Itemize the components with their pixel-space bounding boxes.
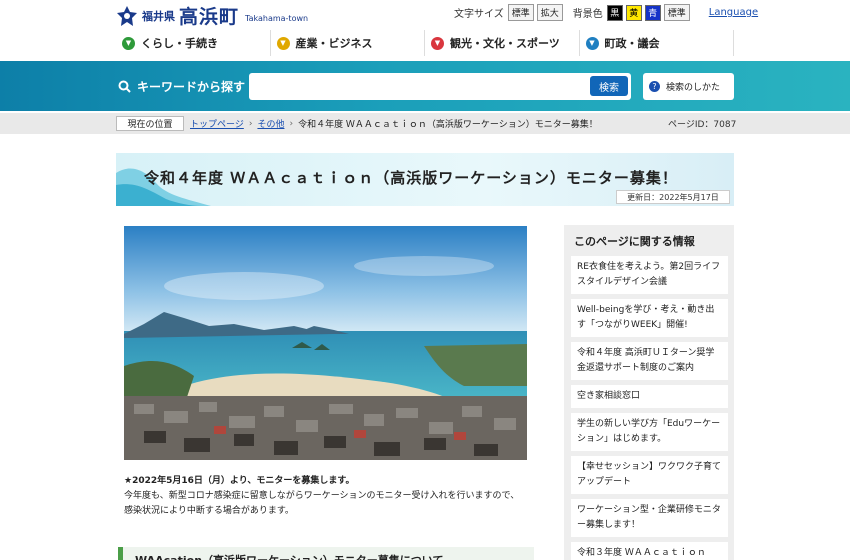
search-input[interactable] (249, 73, 631, 100)
breadcrumb-separator-icon: › (289, 118, 294, 129)
question-icon: ? (649, 81, 660, 92)
gnav-label: 産業・ビジネス (295, 37, 373, 50)
sidebar-item[interactable]: 学生の新しい学び方「Eduワーケーション」はじめます。 (571, 413, 728, 451)
bg-black-button[interactable]: 黒 (606, 4, 623, 21)
breadcrumb-current-label: 現在の位置 (116, 116, 184, 131)
font-large-button[interactable]: 拡大 (536, 4, 563, 21)
sidebar-item[interactable]: 令和４年度 高浜町ＵＩターン奨学金返還サポート制度のご案内 (571, 342, 728, 380)
search-help-label: 検索のしかた (666, 83, 721, 93)
section-heading: WAAcation（高浜版ワーケーション）モニター募集について (118, 547, 534, 560)
breadcrumb-top-link[interactable]: トップページ (190, 117, 244, 130)
hero-photo (124, 226, 527, 460)
search-band: キーワードから探す 検索 ? 検索のしかた (0, 61, 850, 111)
gnav-item-business[interactable]: ▼ 産業・ビジネス (271, 30, 425, 56)
logo-prefecture: 福井県 (142, 9, 175, 23)
bg-yellow-button[interactable]: 黄 (625, 4, 642, 21)
page-id: ページID：7087 (668, 120, 737, 130)
gnav-item-life[interactable]: ▼ くらし・手続き (116, 30, 271, 56)
global-nav: ▼ くらし・手続き ▼ 産業・ビジネス ▼ 観光・文化・スポーツ ▼ 町政・議会 (116, 30, 734, 56)
breadcrumb-list: トップページ › その他 › 令和４年度 ＷＡＡｃａｔｉｏｎ（高浜版ワーケーショ… (190, 117, 598, 131)
logo-town-en: Takahama-town (245, 14, 309, 23)
breadcrumb-other-link[interactable]: その他 (257, 117, 284, 130)
breadcrumb: 現在の位置 トップページ › その他 › 令和４年度 ＷＡＡｃａｔｉｏｎ（高浜版… (0, 113, 850, 134)
notice-strong: ★2022年5月16日（月）より、モニターを募集します。 (124, 476, 355, 486)
chevron-down-icon: ▼ (276, 36, 290, 50)
font-size-label: 文字サイズ (454, 9, 504, 20)
breadcrumb-current-page: 令和４年度 ＷＡＡｃａｔｉｏｎ（高浜版ワーケーション）モニター募集！ (298, 120, 598, 130)
search-help-button[interactable]: ? 検索のしかた (643, 73, 734, 100)
gnav-item-government[interactable]: ▼ 町政・議会 (580, 30, 734, 56)
town-emblem-icon (117, 5, 137, 26)
bg-color-label: 背景色 (572, 9, 603, 20)
chevron-down-icon: ▼ (431, 36, 444, 50)
search-icon (118, 80, 131, 93)
notice-text: ★2022年5月16日（月）より、モニターを募集します。 今年度も、新型コロナ感… (124, 474, 544, 519)
page-title: 令和４年度 ＷＡＡｃａｔｉｏｎ（高浜版ワーケーション）モニター募集！ (144, 169, 678, 187)
breadcrumb-separator-icon: › (248, 118, 253, 129)
logo-town-name: 高浜町 (179, 6, 240, 28)
updated-date: 更新日：2022年5月17日 (616, 190, 730, 204)
gnav-label: 町政・議会 (604, 37, 660, 50)
gnav-label: くらし・手続き (141, 37, 218, 50)
sidebar-item[interactable]: Well-beingを学び・考え・動き出す「つながりWEEK」開催! (571, 299, 728, 337)
notice-line-1: 今年度も、新型コロナ感染症に留意しながらワーケーションのモニター受け入れを行いま… (124, 491, 520, 501)
sidebar-item[interactable]: ワーケーション型・企業研修モニター募集します！ (571, 499, 728, 537)
bg-standard-button[interactable]: 標準 (663, 4, 690, 21)
sidebar-item[interactable]: 【幸せセッション】ワクワク子育てアップデート (571, 456, 728, 494)
site-logo[interactable]: 福井県 高浜町 Takahama-town (116, 2, 308, 29)
gnav-item-tourism[interactable]: ▼ 観光・文化・スポーツ (425, 30, 580, 56)
chevron-down-icon: ▼ (122, 36, 135, 50)
sidebar-item[interactable]: 空き家相談窓口 (571, 385, 728, 408)
sidebar-title: このページに関する情報 (574, 235, 695, 248)
sidebar-item[interactable]: RE衣食住を考えよう。第2回ライフスタイルデザイン会議 (571, 256, 728, 294)
bg-blue-button[interactable]: 青 (644, 4, 661, 21)
language-link[interactable]: Language (709, 7, 758, 18)
font-standard-button[interactable]: 標準 (507, 4, 534, 21)
gnav-label: 観光・文化・スポーツ (450, 37, 560, 50)
related-info-sidebar: このページに関する情報 RE衣食住を考えよう。第2回ライフスタイルデザイン会議 … (564, 225, 734, 560)
notice-line-2: 感染状況により中断する場合があります。 (124, 506, 294, 516)
search-title-text: キーワードから探す (137, 80, 246, 94)
accessibility-tools: 文字サイズ 標準 拡大 背景色 黒 黄 青 標準 Language (454, 4, 758, 21)
search-button[interactable]: 検索 (590, 76, 628, 96)
chevron-down-icon: ▼ (585, 36, 599, 50)
sidebar-item[interactable]: 令和３年度 ＷＡＡｃａｔｉｏｎ (571, 542, 728, 560)
search-title: キーワードから探す (118, 78, 245, 95)
